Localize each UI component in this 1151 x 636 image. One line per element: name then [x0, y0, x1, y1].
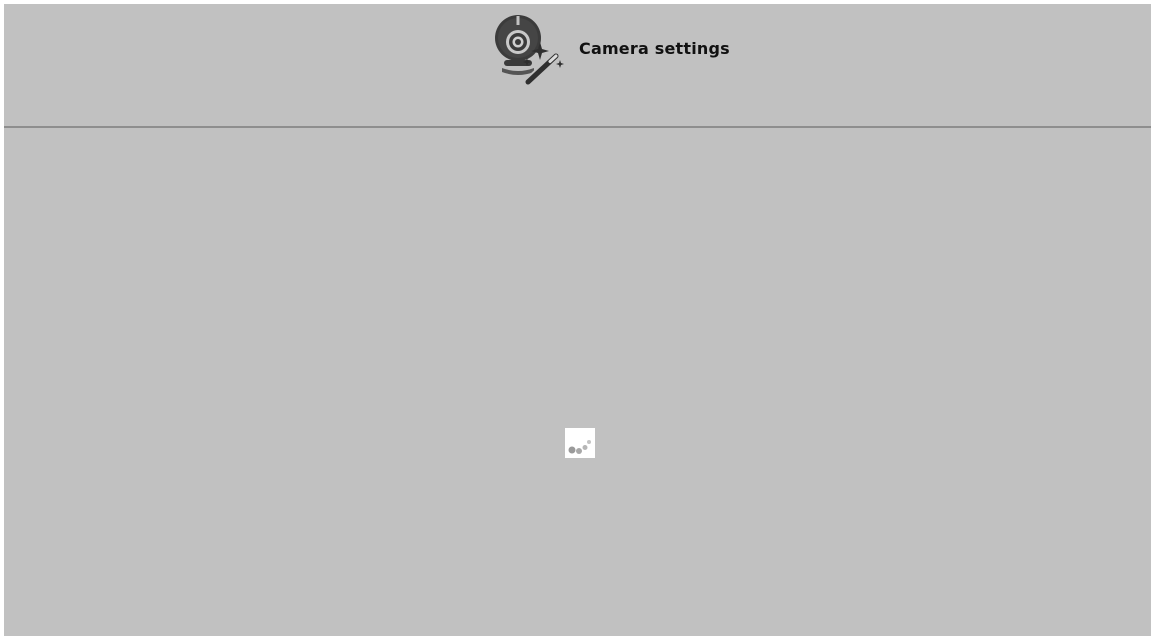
header: Camera settings — [4, 4, 1151, 128]
settings-content-area — [4, 128, 1151, 636]
page-title: Camera settings — [579, 39, 730, 58]
camera-settings-icon — [494, 12, 566, 88]
camera-settings-window: Camera settings — [4, 4, 1151, 636]
loading-spinner-icon — [565, 428, 595, 458]
